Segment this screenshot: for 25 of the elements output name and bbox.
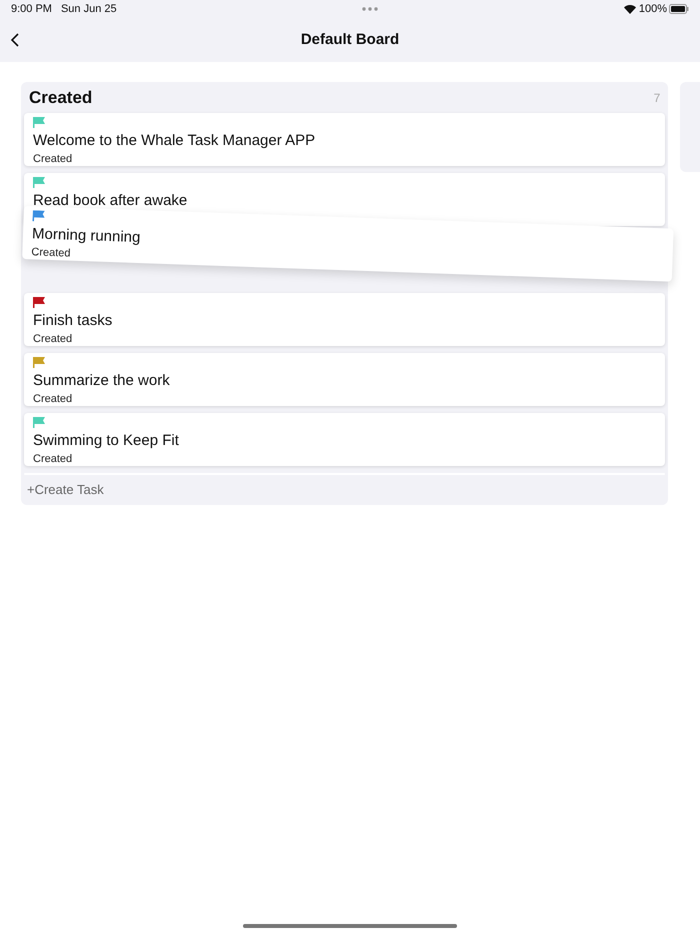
status-time: 9:00 PM	[11, 2, 52, 17]
task-card[interactable]: Summarize the work Created	[24, 353, 666, 406]
create-task-button[interactable]: +Create Task	[21, 475, 668, 505]
task-status: Created	[33, 332, 72, 346]
task-card[interactable]: Finish tasks Created	[24, 293, 666, 346]
task-card[interactable]: Welcome to the Whale Task Manager APP Created	[24, 113, 666, 166]
task-card[interactable]: Swimming to Keep Fit Created	[24, 413, 666, 466]
task-title: Welcome to the Whale Task Manager APP	[33, 132, 316, 150]
wifi-icon	[624, 4, 636, 14]
task-title: Summarize the work	[33, 372, 170, 390]
task-title: Swimming to Keep Fit	[33, 432, 179, 450]
status-date: Sun Jun 25	[60, 2, 117, 17]
task-status: Created	[33, 392, 72, 406]
back-icon[interactable]	[10, 33, 20, 47]
task-status: Created	[33, 152, 72, 166]
more-icon[interactable]	[362, 7, 378, 11]
column-title: Created	[29, 87, 92, 110]
task-title: Morning running	[32, 225, 141, 248]
task-title: Finish tasks	[33, 312, 112, 330]
battery-icon	[669, 4, 689, 14]
task-status: Created	[33, 452, 72, 466]
nav-title: Default Board	[300, 30, 400, 50]
battery-percent: 100%	[638, 2, 667, 17]
task-status: Created	[31, 245, 71, 261]
task-count: 7	[654, 90, 660, 107]
